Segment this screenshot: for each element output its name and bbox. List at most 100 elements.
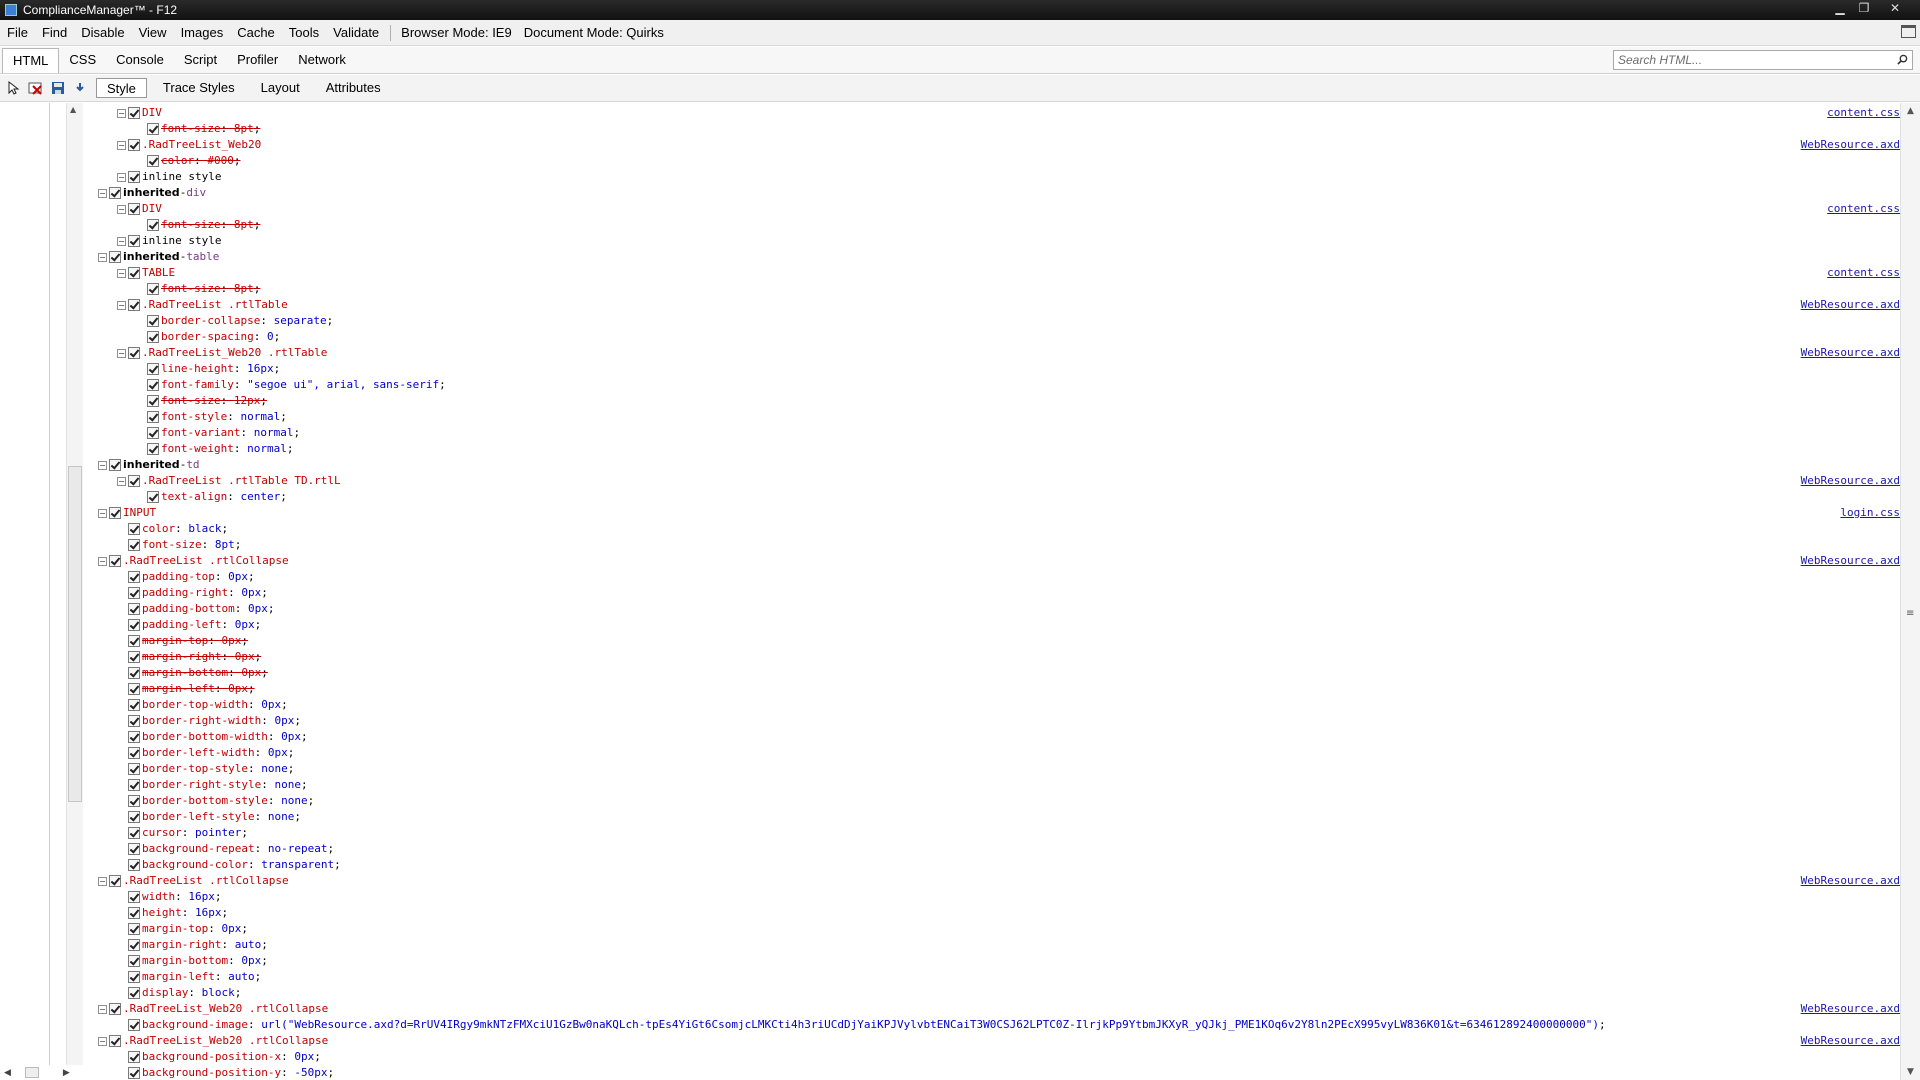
- css-value[interactable]: #000: [207, 154, 234, 167]
- subtab-style[interactable]: Style: [96, 78, 147, 98]
- css-property[interactable]: border-spacing: [161, 330, 254, 343]
- enable-rule-checkbox[interactable]: [128, 1067, 140, 1079]
- dom-tree-horizontal-scrollbar[interactable]: ◀ ▶: [0, 1065, 87, 1080]
- css-value[interactable]: 8pt: [234, 282, 254, 295]
- stylesheet-source-link[interactable]: WebResource.axd: [1801, 1001, 1900, 1017]
- style-pane-scrollbar[interactable]: ▲ ≡ ▼: [1900, 103, 1920, 1080]
- search-icon[interactable]: [1897, 54, 1908, 65]
- css-property[interactable]: line-height: [161, 362, 234, 375]
- css-value[interactable]: none: [261, 762, 288, 775]
- enable-rule-checkbox[interactable]: [128, 603, 140, 615]
- close-button[interactable]: ✕: [1876, 0, 1914, 18]
- css-value[interactable]: normal: [254, 426, 294, 439]
- enable-rule-checkbox[interactable]: [128, 523, 140, 535]
- css-value[interactable]: 0px: [241, 666, 261, 679]
- css-value[interactable]: block: [202, 986, 235, 999]
- css-value[interactable]: auto: [235, 938, 262, 951]
- menu-file[interactable]: File: [0, 25, 35, 40]
- css-property[interactable]: font-size: [161, 282, 221, 295]
- tab-script[interactable]: Script: [174, 48, 227, 73]
- enable-rule-checkbox[interactable]: [128, 795, 140, 807]
- css-property[interactable]: font-size: [161, 218, 221, 231]
- css-property[interactable]: border-bottom-style: [142, 794, 268, 807]
- css-value[interactable]: 16px: [247, 362, 274, 375]
- collapse-icon[interactable]: −: [117, 140, 126, 150]
- css-selector[interactable]: .RadTreeList .rtlTable: [142, 297, 288, 313]
- css-value[interactable]: 0px: [248, 602, 268, 615]
- enable-rule-checkbox[interactable]: [109, 507, 121, 519]
- enable-rule-checkbox[interactable]: [147, 363, 159, 375]
- css-selector[interactable]: TABLE: [142, 265, 175, 281]
- css-property[interactable]: color: [142, 522, 175, 535]
- css-property[interactable]: font-weight: [161, 442, 234, 455]
- scroll-up-arrow-icon[interactable]: ▲: [70, 105, 76, 114]
- css-value[interactable]: 0px: [294, 1050, 314, 1063]
- css-property[interactable]: border-left-style: [142, 810, 255, 823]
- css-selector[interactable]: inline style: [142, 233, 221, 249]
- css-property[interactable]: text-align: [161, 490, 227, 503]
- refresh-icon[interactable]: [72, 80, 88, 96]
- css-value[interactable]: none: [281, 794, 308, 807]
- collapse-icon[interactable]: −: [117, 204, 126, 214]
- css-value[interactable]: 16px: [195, 906, 222, 919]
- select-element-icon[interactable]: [6, 80, 22, 96]
- enable-rule-checkbox[interactable]: [128, 203, 140, 215]
- enable-rule-checkbox[interactable]: [128, 347, 140, 359]
- css-selector[interactable]: .RadTreeList_Web20: [142, 137, 261, 153]
- enable-rule-checkbox[interactable]: [147, 411, 159, 423]
- css-property[interactable]: height: [142, 906, 182, 919]
- enable-rule-checkbox[interactable]: [109, 555, 121, 567]
- css-value[interactable]: 0px: [241, 586, 261, 599]
- enable-rule-checkbox[interactable]: [109, 251, 121, 263]
- scroll-up-arrow-icon[interactable]: ▲: [1907, 106, 1914, 116]
- collapse-icon[interactable]: −: [117, 476, 126, 486]
- css-property[interactable]: padding-top: [142, 570, 215, 583]
- css-property[interactable]: width: [142, 890, 175, 903]
- css-value[interactable]: 0px: [228, 570, 248, 583]
- clear-outlines-icon[interactable]: [28, 80, 44, 96]
- css-property[interactable]: color: [161, 154, 194, 167]
- stylesheet-source-link[interactable]: WebResource.axd: [1801, 873, 1900, 889]
- css-selector[interactable]: .RadTreeList .rtlCollapse: [123, 553, 289, 569]
- enable-rule-checkbox[interactable]: [128, 763, 140, 775]
- enable-rule-checkbox[interactable]: [128, 811, 140, 823]
- enable-rule-checkbox[interactable]: [128, 299, 140, 311]
- css-property[interactable]: margin-left: [142, 970, 215, 983]
- search-html-input[interactable]: Search HTML...: [1613, 50, 1913, 70]
- css-value[interactable]: 0px: [228, 682, 248, 695]
- collapse-icon[interactable]: −: [98, 1004, 107, 1014]
- css-property[interactable]: font-variant: [161, 426, 240, 439]
- css-value[interactable]: 16px: [188, 890, 215, 903]
- css-property[interactable]: margin-right: [142, 650, 221, 663]
- enable-rule-checkbox[interactable]: [128, 939, 140, 951]
- stylesheet-source-link[interactable]: WebResource.axd: [1801, 345, 1900, 361]
- menu-validate[interactable]: Validate: [326, 25, 386, 40]
- css-value[interactable]: normal: [240, 410, 280, 423]
- css-property[interactable]: background-repeat: [142, 842, 255, 855]
- css-property[interactable]: font-size: [142, 538, 202, 551]
- scroll-left-arrow-icon[interactable]: ◀: [4, 1068, 11, 1078]
- css-property[interactable]: padding-bottom: [142, 602, 235, 615]
- css-selector[interactable]: INPUT: [123, 505, 156, 521]
- tab-console[interactable]: Console: [106, 48, 174, 73]
- css-value[interactable]: center: [240, 490, 280, 503]
- tab-html[interactable]: HTML: [2, 48, 60, 73]
- tab-css[interactable]: CSS: [59, 48, 106, 73]
- css-value[interactable]: pointer: [195, 826, 241, 839]
- enable-rule-checkbox[interactable]: [128, 699, 140, 711]
- collapse-icon[interactable]: −: [98, 252, 107, 262]
- enable-rule-checkbox[interactable]: [147, 123, 159, 135]
- collapse-icon[interactable]: −: [117, 348, 126, 358]
- enable-rule-checkbox[interactable]: [128, 955, 140, 967]
- scroll-down-arrow-icon[interactable]: ▼: [1907, 1067, 1914, 1077]
- enable-rule-checkbox[interactable]: [128, 1051, 140, 1063]
- enable-rule-checkbox[interactable]: [128, 891, 140, 903]
- css-value[interactable]: 0px: [268, 746, 288, 759]
- css-property[interactable]: margin-bottom: [142, 954, 228, 967]
- enable-rule-checkbox[interactable]: [128, 539, 140, 551]
- stylesheet-source-link[interactable]: WebResource.axd: [1801, 553, 1900, 569]
- css-value[interactable]: 8pt: [234, 122, 254, 135]
- menu-view[interactable]: View: [132, 25, 174, 40]
- enable-rule-checkbox[interactable]: [147, 427, 159, 439]
- enable-rule-checkbox[interactable]: [128, 1019, 140, 1031]
